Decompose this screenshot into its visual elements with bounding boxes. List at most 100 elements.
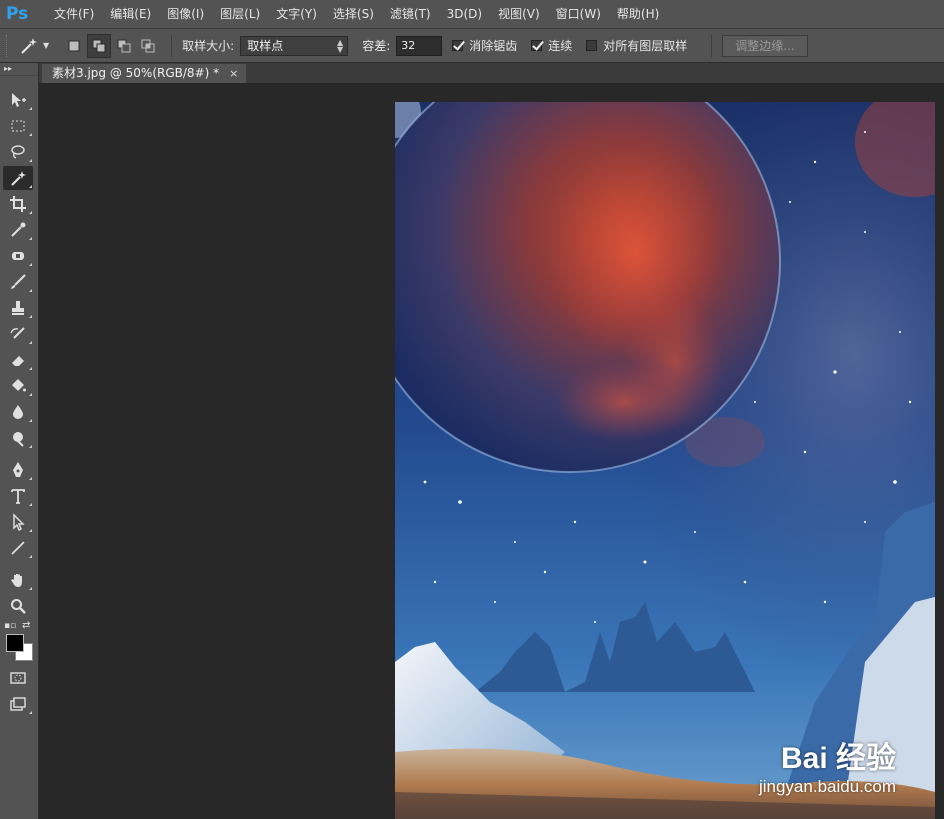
menu-window[interactable]: 窗口(W)	[548, 0, 609, 28]
color-swatches: ▪▫ ⇄	[0, 620, 38, 664]
history-brush-icon	[10, 327, 25, 339]
menu-bar: Ps 文件(F) 编辑(E) 图像(I) 图层(L) 文字(Y) 选择(S) 滤…	[0, 0, 944, 29]
document-tab[interactable]: 素材3.jpg @ 50%(RGB/8#) * ×	[42, 64, 247, 83]
history-brush-tool[interactable]	[3, 322, 33, 346]
subtract-selection-icon	[117, 39, 131, 52]
baidu-jingyan-watermark: Bai 经验 jingyan.baidu.com	[759, 733, 896, 797]
subtract-from-selection-button[interactable]	[113, 35, 135, 57]
anti-alias-checkbox[interactable]: 消除锯齿	[452, 37, 517, 54]
menu-type[interactable]: 文字(Y)	[268, 0, 325, 28]
sample-all-layers-label: 对所有图层取样	[603, 39, 688, 53]
quick-mask-icon	[10, 672, 26, 684]
photoshop-logo: Ps	[6, 4, 29, 24]
tool-options-bar: ▼ 取样大小: 取样点 ▲ ▼ 容差: 32 消除锯齿 连续 对所有图层取样 调整…	[0, 29, 944, 63]
clone-stamp-tool[interactable]	[3, 296, 33, 320]
marquee-tool[interactable]	[3, 114, 33, 138]
stamp-icon	[12, 301, 24, 315]
divider	[171, 34, 173, 57]
canvas-workspace[interactable]: Bai 经验 jingyan.baidu.com	[39, 84, 944, 819]
sample-all-layers-checkbox[interactable]: 对所有图层取样	[586, 37, 687, 54]
zoom-icon	[11, 599, 26, 614]
default-colors-icon[interactable]: ▪▫	[4, 621, 16, 631]
eraser-tool[interactable]	[3, 348, 33, 372]
contiguous-check-icon	[531, 40, 543, 51]
paint-bucket-tool[interactable]	[3, 374, 33, 398]
add-to-selection-icon	[92, 39, 106, 52]
dodge-tool[interactable]	[3, 426, 33, 450]
crop-icon	[10, 196, 26, 212]
path-selection-tool[interactable]	[3, 510, 33, 534]
watermark-brand: Bai 经验	[780, 742, 896, 775]
toolbox: ▸▸ ▪▫ ⇄	[0, 63, 39, 819]
zoom-tool[interactable]	[3, 594, 33, 618]
line-icon	[11, 541, 25, 555]
tool-preset-picker[interactable]: ▼	[19, 36, 49, 56]
close-icon[interactable]: ×	[229, 64, 238, 83]
pen-icon	[13, 462, 23, 477]
updown-arrows-icon: ▲ ▼	[337, 37, 344, 54]
sample-all-layers-check-icon	[586, 40, 598, 51]
tolerance-label: 容差:	[362, 39, 391, 53]
path-selection-icon	[13, 513, 25, 531]
new-selection-icon	[68, 40, 80, 51]
collapse-toolbox-icon[interactable]: ▸▸	[0, 63, 38, 76]
menu-select[interactable]: 选择(S)	[325, 0, 382, 28]
lasso-icon	[11, 145, 25, 159]
pen-tool[interactable]	[3, 458, 33, 482]
eraser-icon	[12, 356, 24, 366]
type-tool[interactable]	[3, 484, 33, 508]
sample-size-value: 取样点	[247, 39, 284, 53]
move-tool[interactable]	[3, 88, 33, 112]
lasso-tool[interactable]	[3, 140, 33, 164]
anti-alias-check-icon	[452, 40, 464, 51]
new-selection-button[interactable]	[63, 35, 85, 57]
tolerance-input[interactable]: 32	[396, 35, 443, 56]
dodge-icon	[13, 432, 24, 447]
blur-tool[interactable]	[3, 400, 33, 424]
eyedropper-icon	[11, 222, 26, 237]
document-tab-bar: 素材3.jpg @ 50%(RGB/8#) * ×	[39, 63, 944, 84]
anti-alias-label: 消除锯齿	[469, 39, 518, 53]
magic-wand-icon	[11, 171, 26, 186]
options-bar-grip[interactable]	[6, 34, 11, 57]
crop-tool[interactable]	[3, 192, 33, 216]
document-tab-title: 素材3.jpg @ 50%(RGB/8#) *	[52, 66, 220, 80]
hand-tool[interactable]	[3, 568, 33, 592]
intersect-selection-icon	[141, 39, 155, 52]
divider	[711, 34, 713, 57]
line-tool[interactable]	[3, 536, 33, 560]
menu-filter[interactable]: 滤镜(T)	[382, 0, 439, 28]
sample-size-select[interactable]: 取样点 ▲ ▼	[240, 35, 349, 56]
screen-mode-icon	[10, 697, 26, 711]
watermark-url: jingyan.baidu.com	[758, 777, 896, 796]
paint-bucket-icon	[12, 379, 26, 392]
menu-edit[interactable]: 编辑(E)	[102, 0, 159, 28]
menu-file[interactable]: 文件(F)	[46, 0, 102, 28]
move-icon	[12, 93, 26, 107]
menu-3d[interactable]: 3D(D)	[439, 0, 490, 28]
menu-image[interactable]: 图像(I)	[159, 0, 212, 28]
magic-wand-icon	[21, 37, 37, 54]
contiguous-checkbox[interactable]: 连续	[531, 37, 572, 54]
rectangular-marquee-icon	[11, 120, 25, 132]
menu-help[interactable]: 帮助(H)	[609, 0, 667, 28]
menu-layer[interactable]: 图层(L)	[212, 0, 268, 28]
add-to-selection-button[interactable]	[87, 33, 112, 58]
brush-tool[interactable]	[3, 270, 33, 294]
menu-view[interactable]: 视图(V)	[490, 0, 548, 28]
hand-icon	[11, 574, 22, 587]
screen-mode-button[interactable]	[3, 692, 33, 716]
bandage-icon	[12, 252, 24, 260]
foreground-color-swatch[interactable]	[6, 634, 24, 652]
magic-wand-tool[interactable]	[3, 166, 33, 190]
brush-icon	[11, 274, 26, 289]
type-icon	[11, 489, 25, 504]
document-canvas-image[interactable]	[395, 102, 935, 819]
swap-colors-icon[interactable]: ⇄	[22, 620, 30, 631]
contiguous-label: 连续	[548, 39, 573, 53]
eyedropper-tool[interactable]	[3, 218, 33, 242]
quick-mask-button[interactable]	[3, 666, 33, 690]
intersect-selection-button[interactable]	[137, 35, 159, 57]
refine-edge-button[interactable]: 调整边缘...	[722, 34, 808, 57]
healing-brush-tool[interactable]	[3, 244, 33, 268]
